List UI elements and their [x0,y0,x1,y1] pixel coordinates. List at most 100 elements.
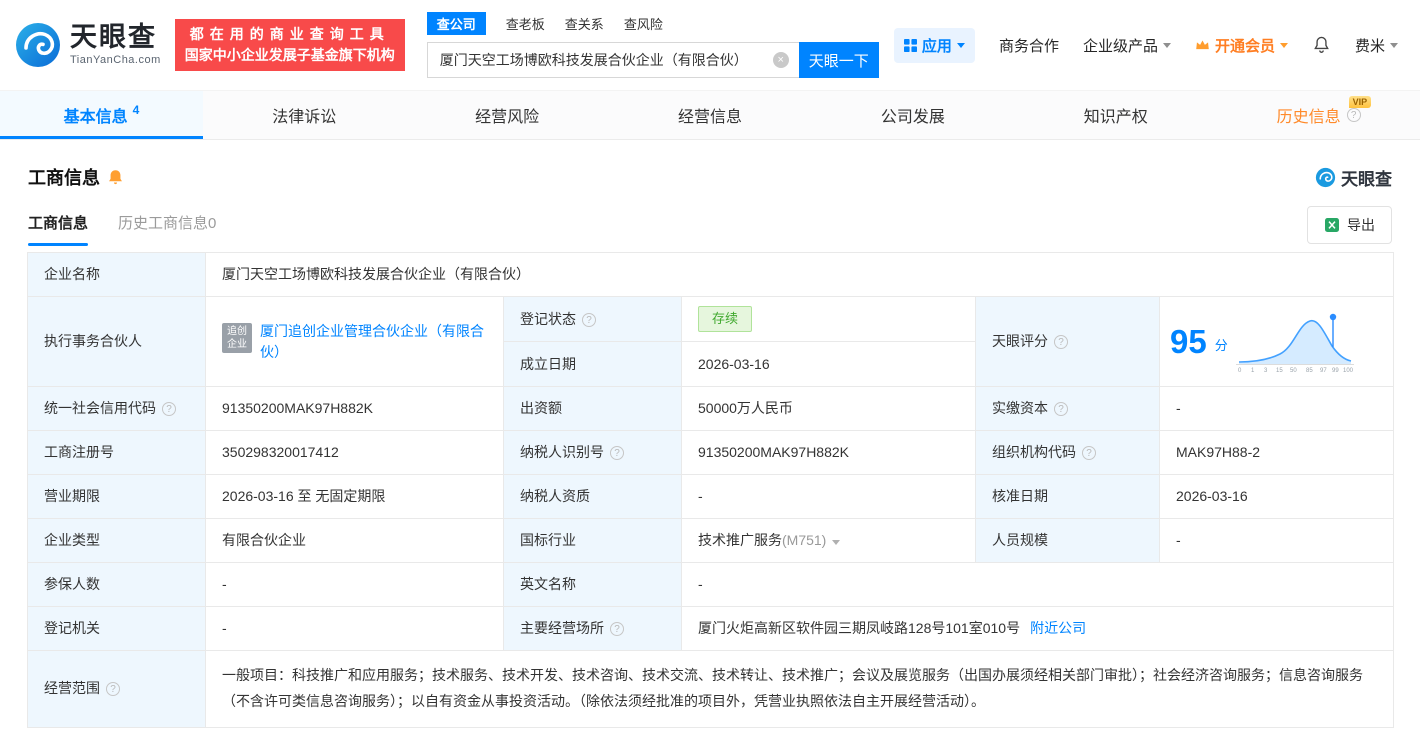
approval-date-value: 2026-03-16 [1158,474,1395,519]
cell-value: 350298320017412 [222,444,339,460]
paid-capital-label: 实缴资本? [975,386,1160,431]
svg-text:3: 3 [1264,368,1268,374]
clear-icon[interactable]: × [772,52,789,68]
chevron-down-icon[interactable] [832,540,841,545]
approval-date-label: 核准日期 [975,474,1160,519]
tab-company-development[interactable]: 公司发展 [811,91,1014,139]
svg-text:85: 85 [1306,368,1313,374]
search-tab-boss[interactable]: 查老板 [506,14,545,33]
chevron-down-icon [1390,42,1398,48]
cell-label: 登记状态 [520,310,576,327]
logo-text: 天眼查 TianYanCha.com [70,22,161,67]
tab-basic-info[interactable]: 基本信息 4 [0,91,203,139]
help-icon[interactable]: ? [1346,108,1361,122]
cell-value: 2026-03-16 [698,355,770,372]
taxpayer-quality-value: - [681,474,976,519]
watermark-logo: 天眼查 [1315,165,1392,190]
tab-history-info[interactable]: 历史信息 VIP ? [1217,91,1420,139]
bell-icon [1314,36,1329,53]
crown-icon [1196,40,1209,50]
subscribe-bell-icon[interactable] [108,169,123,185]
est-date-label: 成立日期 [503,341,682,387]
cell-value: MAK97H88-2 [1176,444,1261,460]
business-scope-label: 经营范围? [27,650,206,728]
svg-text:0: 0 [1238,368,1242,374]
cell-value: - [698,576,703,592]
svg-text:1: 1 [1251,368,1255,374]
export-button[interactable]: 导出 [1307,206,1392,244]
taxpayer-id-label: 纳税人识别号? [503,430,682,475]
watermark-logo-icon [1315,167,1336,187]
tianyancha-logo-icon [16,23,60,67]
cell-value: 厦门天空工场博欧科技发展合伙企业（有限合伙） [222,266,530,282]
taxpayer-quality-label: 纳税人资质 [503,474,682,519]
watermark-text: 天眼查 [1341,169,1392,189]
search-tab-relation[interactable]: 查关系 [565,14,604,33]
brand-name: 天眼查 [70,22,157,52]
subtab-history-registration[interactable]: 历史工商信息0 [118,204,216,246]
search-tab-company[interactable]: 查公司 [426,12,486,35]
tab-label: 知识产权 [1083,109,1148,126]
enterprise-products-menu[interactable]: 企业级产品 [1083,35,1171,56]
org-code-value: MAK97H88-2 [1158,430,1395,475]
svg-text:15: 15 [1276,368,1283,374]
subtab-business-registration[interactable]: 工商信息 [28,204,89,246]
section-title: 工商信息 [28,168,100,188]
help-icon[interactable]: ? [1054,402,1068,416]
slogan-line1: 都在用的商业查询工具 [189,26,390,42]
svg-text:99: 99 [1332,368,1339,374]
help-icon[interactable]: ? [610,622,624,636]
reg-authority-value: - [205,606,504,651]
search-input-wrap: × [426,42,799,78]
search-tab-risk[interactable]: 查风险 [624,14,663,33]
help-icon[interactable]: ? [582,312,596,327]
nearby-companies-link[interactable]: 附近公司 [1030,620,1086,636]
search-button[interactable]: 天眼一下 [798,42,879,78]
credit-code-label: 统一社会信用代码? [27,386,206,431]
user-account-menu[interactable]: 费米 [1355,35,1398,56]
premises-label: 主要经营场所? [503,606,682,651]
tab-intellectual-property[interactable]: 知识产权 [1014,91,1217,139]
tianyancha-logo[interactable]: 天眼查 TianYanCha.com [14,21,161,69]
business-term-value: 2026-03-16 至 无固定期限 [205,474,504,519]
cell-label: 参保人数 [44,576,100,592]
cell-label: 营业期限 [44,488,100,504]
est-date-value: 2026-03-16 [681,341,976,387]
industry-value: 技术推广服务(M751) [681,518,976,563]
row-insured: 参保人数 - 英文名称 - [27,562,1395,607]
help-icon[interactable]: ? [1082,446,1096,460]
company-type-label: 企业类型 [27,518,206,563]
premises-value: 厦门火炬高新区软件园三期凤岐路128号101室010号 附近公司 [680,606,1395,651]
export-label: 导出 [1347,217,1375,233]
tab-label: 公司发展 [880,109,945,126]
cell-label: 经营范围 [44,680,100,697]
cell-value: - [1176,400,1181,416]
cell-value: 技术推广服务 [698,532,782,548]
help-icon[interactable]: ? [610,446,624,460]
staff-size-label: 人员规模 [975,518,1160,563]
cell-label: 国标行业 [520,532,576,548]
tab-operating-risk[interactable]: 经营风险 [406,91,609,139]
help-icon[interactable]: ? [1054,335,1068,349]
partner-label: 执行事务合伙人 [27,296,206,387]
partner-company-link[interactable]: 厦门追创企业管理合伙企业（有限合伙） [260,321,487,363]
open-vip-menu[interactable]: 开通会员 [1195,35,1288,56]
score-unit: 分 [1214,337,1228,353]
help-icon[interactable]: ? [162,402,176,416]
notifications-button[interactable] [1312,35,1331,55]
search-input[interactable] [426,42,799,78]
business-coop-link[interactable]: 商务合作 [999,35,1059,56]
tab-business-info[interactable]: 经营信息 [609,91,812,139]
brand-domain: TianYanCha.com [70,54,161,66]
cell-label: 企业类型 [44,532,100,548]
help-icon[interactable]: ? [106,682,120,697]
row-credit-code: 统一社会信用代码? 91350200MAK97H882K 出资额 50000万人… [27,386,1395,431]
cell-label: 组织机构代码 [992,444,1076,460]
apps-menu[interactable]: 应用 [893,27,975,63]
partner-value: 追创企业 厦门追创企业管理合伙企业（有限合伙） [205,296,504,387]
header-right-menu: 应用 商务合作 企业级产品 开通会员 费米 [893,27,1398,63]
tab-legal-proceedings[interactable]: 法律诉讼 [203,91,406,139]
cell-label: 成立日期 [520,355,576,372]
cell-value: - [698,488,703,504]
score-label: 天眼评分? [975,296,1160,387]
